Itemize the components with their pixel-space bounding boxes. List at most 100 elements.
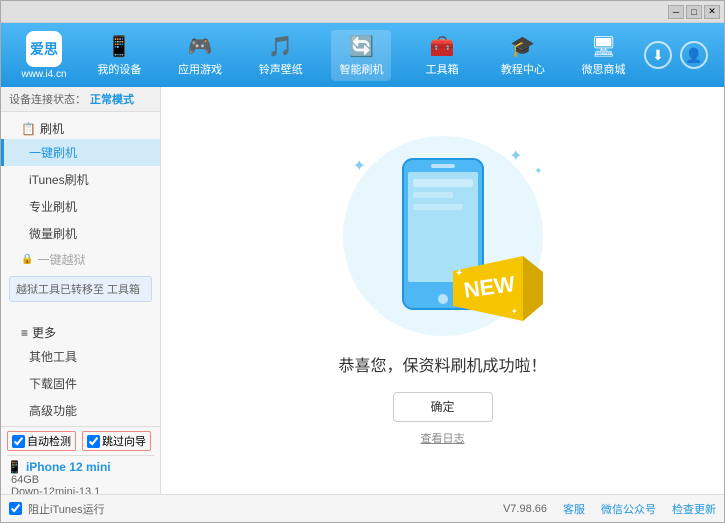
jailbreak-label: 一键越狱 <box>37 251 85 268</box>
maximize-btn[interactable]: □ <box>686 5 702 19</box>
more-section-title: ≡ 更多 <box>1 322 160 343</box>
one-click-flash-label: 一键刷机 <box>29 146 77 160</box>
nav-app-game[interactable]: 🎮 应用游戏 <box>170 30 230 81</box>
sidebar: 设备连接状态： 正常模式 📋 刷机 一键刷机 iTunes刷机 专业刷机 <box>1 87 161 494</box>
device-name-text: iPhone 12 mini <box>26 460 111 474</box>
status-label: 设备连接状态： <box>9 91 86 107</box>
nav-toolbox[interactable]: 🧰 工具箱 <box>412 30 472 81</box>
sidebar-item-one-click-flash[interactable]: 一键刷机 <box>1 139 160 166</box>
svg-text:✦: ✦ <box>455 268 463 279</box>
auto-detect-input[interactable] <box>12 435 25 448</box>
sidebar-item-micro-flash[interactable]: 微量刷机 <box>1 220 160 247</box>
app-game-label: 应用游戏 <box>178 61 222 77</box>
user-btn[interactable]: 👤 <box>680 41 708 69</box>
device-storage: 64GB <box>7 474 154 486</box>
my-device-icon: 📱 <box>107 34 132 59</box>
micro-flash-label: 微量刷机 <box>29 227 77 241</box>
pro-flash-label: 专业刷机 <box>29 200 77 214</box>
header-right: ⬇ 👤 <box>644 41 716 69</box>
skip-wizard-checkbox[interactable]: 跳过向导 <box>82 431 151 451</box>
sparkle-icon-1: ✦ <box>353 156 366 176</box>
bottombar-right: V7.98.66 客服 微信公众号 检查更新 <box>503 501 716 517</box>
flash-section: 📋 刷机 一键刷机 iTunes刷机 专业刷机 微量刷机 🔒 一键越狱 <box>1 112 160 308</box>
nav-weisi-shop[interactable]: 🖥 微思商城 <box>574 30 634 81</box>
sidebar-bottom: 自动检测 跳过向导 📱 iPhone 12 mini 64GB Down-12m… <box>1 426 160 494</box>
tutorial-icon: 🎓 <box>510 34 535 59</box>
download-btn[interactable]: ⬇ <box>644 41 672 69</box>
check-update-link[interactable]: 检查更新 <box>672 501 716 517</box>
bottombar-left: 阻止iTunes运行 <box>9 501 105 517</box>
auto-detect-checkbox[interactable]: 自动检测 <box>7 431 76 451</box>
new-badge: NEW ✦ ✦ <box>453 256 543 316</box>
download-firmware-label: 下载固件 <box>29 377 77 391</box>
nav-tutorial[interactable]: 🎓 教程中心 <box>493 30 553 81</box>
prevent-itunes-label: 阻止iTunes运行 <box>28 501 105 517</box>
device-name-row: 📱 iPhone 12 mini <box>7 460 154 474</box>
phone-illustration: ✦ ✦ ✦ <box>333 136 553 336</box>
my-device-label: 我的设备 <box>97 61 141 77</box>
itunes-flash-label: iTunes刷机 <box>29 173 89 187</box>
sparkle-icon-3: ✦ <box>534 166 542 177</box>
confirm-button[interactable]: 确定 <box>393 392 493 422</box>
weisi-shop-icon: 🖥 <box>591 34 616 59</box>
sidebar-item-advanced[interactable]: 高级功能 <box>1 397 160 424</box>
flash-icon: 📋 <box>21 122 36 136</box>
tutorial-label: 教程中心 <box>501 61 545 77</box>
info-text: 越狱工具已转移至 工具箱 <box>16 284 140 296</box>
phone-icon: 📱 <box>7 460 22 474</box>
smart-shop-label: 智能刷机 <box>339 61 383 77</box>
sidebar-info-box: 越狱工具已转移至 工具箱 <box>9 276 152 302</box>
nav-my-device[interactable]: 📱 我的设备 <box>89 30 149 81</box>
skip-wizard-label: 跳过向导 <box>102 433 146 449</box>
prevent-itunes-checkbox[interactable] <box>9 502 22 515</box>
toolbox-label: 工具箱 <box>426 61 459 77</box>
app-game-icon: 🎮 <box>188 34 213 59</box>
smart-shop-icon: 🔄 <box>349 34 374 59</box>
logo-icon: 爱思 <box>26 31 62 67</box>
nav-ringtone[interactable]: 🎵 铃声壁纸 <box>251 30 311 81</box>
confirm-btn-label: 确定 <box>430 398 454 415</box>
sidebar-item-itunes-flash[interactable]: iTunes刷机 <box>1 166 160 193</box>
connection-status: 设备连接状态： 正常模式 <box>1 87 160 112</box>
nav-smart-shop[interactable]: 🔄 智能刷机 <box>331 30 391 81</box>
skip-wizard-input[interactable] <box>87 435 100 448</box>
sparkle-icon-2: ✦ <box>509 146 522 166</box>
status-value: 正常模式 <box>90 91 134 107</box>
close-btn[interactable]: ✕ <box>704 5 720 19</box>
sidebar-item-download-firmware[interactable]: 下载固件 <box>1 370 160 397</box>
header: 爱思 www.i4.cn 📱 我的设备 🎮 应用游戏 🎵 铃声壁纸 🔄 智能刷机… <box>1 23 724 87</box>
device-info: 📱 iPhone 12 mini 64GB Down-12mini-13,1 <box>7 455 154 494</box>
auto-detect-label: 自动检测 <box>27 433 71 449</box>
titlebar: ─ □ ✕ <box>1 1 724 23</box>
more-title: 更多 <box>32 324 56 341</box>
sidebar-disabled-jailbreak: 🔒 一键越狱 <box>1 247 160 272</box>
logo-url: www.i4.cn <box>21 69 66 80</box>
wechat-link[interactable]: 微信公众号 <box>601 501 656 517</box>
version-label: V7.98.66 <box>503 503 547 515</box>
more-icon: ≡ <box>21 326 28 340</box>
ringtone-icon: 🎵 <box>268 34 293 59</box>
nav-bar: 📱 我的设备 🎮 应用游戏 🎵 铃声壁纸 🔄 智能刷机 🧰 工具箱 🎓 <box>79 30 644 81</box>
logo[interactable]: 爱思 www.i4.cn <box>9 31 79 80</box>
bottombar: 阻止iTunes运行 V7.98.66 客服 微信公众号 检查更新 <box>1 494 724 522</box>
no-restart-link[interactable]: 查看日志 <box>421 430 465 446</box>
sidebar-item-other-tools[interactable]: 其他工具 <box>1 343 160 370</box>
more-section: ≡ 更多 其他工具 下载固件 高级功能 <box>1 316 160 426</box>
app-window: ─ □ ✕ 爱思 www.i4.cn 📱 我的设备 🎮 应用游戏 🎵 铃声壁纸 … <box>0 0 725 523</box>
customer-service-link[interactable]: 客服 <box>563 501 585 517</box>
content-area: 设备连接状态： 正常模式 📋 刷机 一键刷机 iTunes刷机 专业刷机 <box>1 87 724 494</box>
checkbox-row: 自动检测 跳过向导 <box>7 431 154 451</box>
toolbox-icon: 🧰 <box>430 34 455 59</box>
advanced-label: 高级功能 <box>29 404 77 418</box>
success-text: 恭喜您，保资料刷机成功啦！ <box>338 352 546 376</box>
ringtone-label: 铃声壁纸 <box>259 61 303 77</box>
other-tools-label: 其他工具 <box>29 350 77 364</box>
weisi-shop-label: 微思商城 <box>582 61 626 77</box>
main-content: ✦ ✦ ✦ <box>161 87 724 494</box>
flash-section-title: 📋 刷机 <box>1 118 160 139</box>
lock-icon: 🔒 <box>21 254 33 265</box>
sidebar-item-pro-flash[interactable]: 专业刷机 <box>1 193 160 220</box>
minimize-btn[interactable]: ─ <box>668 5 684 19</box>
device-version: Down-12mini-13,1 <box>7 486 154 494</box>
svg-text:✦: ✦ <box>511 307 518 316</box>
